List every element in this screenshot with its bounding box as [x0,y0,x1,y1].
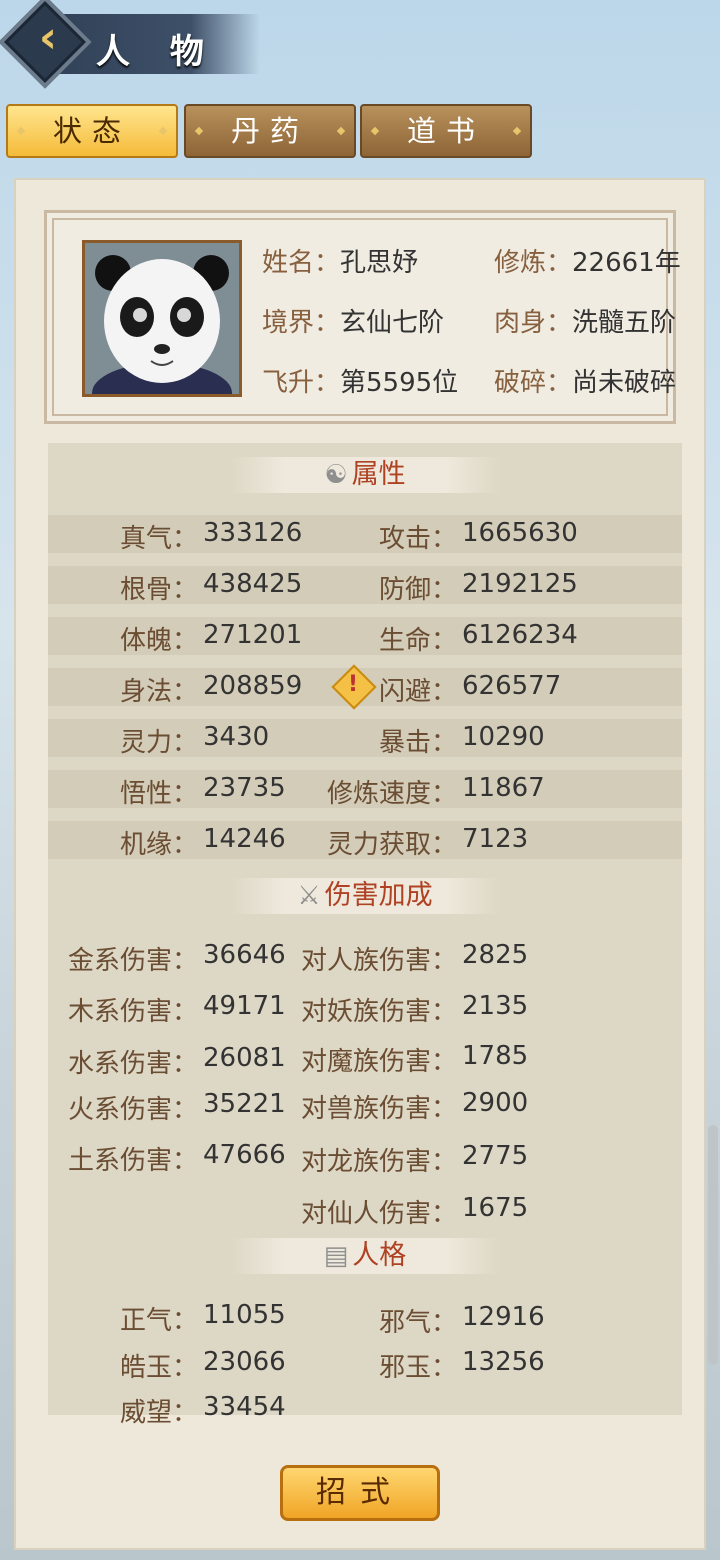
attr-right-0-value: 1665630 [462,518,578,548]
attr-left-3-value: 208859 [203,671,303,701]
damage-right-0-value: 2825 [462,940,529,970]
damage-left-3-label: 火系伤害： [67,1095,198,1125]
damage-right-2-value: 1785 [462,1041,529,1071]
damage-left-1-value: 49171 [203,991,286,1021]
personality-2-value: 23066 [203,1347,286,1377]
attr-right-2-value: 6126234 [462,620,578,650]
tab-books[interactable]: 道书 [360,104,532,158]
personality-1-label: 邪气： [378,1308,457,1338]
personality-4-label: 威望： [119,1398,198,1428]
personality-2-label: 皓玉： [119,1353,198,1383]
attr-right-6-value: 7123 [462,824,529,854]
realm-field: 境界：玄仙七阶 [262,308,445,338]
attr-right-1-value: 2192125 [462,569,578,599]
damage-right-2-label: 对魔族伤害： [300,1047,457,1077]
attr-right-3-value: 626577 [462,671,562,701]
attr-right-6-label: 灵力获取： [326,830,457,860]
attr-left-1-label: 根骨： [119,575,198,605]
attr-right-5-value: 11867 [462,773,545,803]
scrollbar[interactable] [708,1125,718,1365]
attr-left-3-label: 身法： [119,677,198,707]
attr-left-1-value: 438425 [203,569,303,599]
damage-left-4-value: 47666 [203,1140,286,1170]
section-attributes-title: ☯ 属性 [230,457,500,493]
attr-left-6-value: 14246 [203,824,286,854]
damage-left-0-label: 金系伤害： [67,946,198,976]
attr-left-4-value: 3430 [203,722,270,752]
attr-right-5-label: 修炼速度： [326,779,457,809]
damage-right-5-value: 1675 [462,1193,529,1223]
damage-right-3-label: 对兽族伤害： [300,1094,457,1124]
attr-left-5-value: 23735 [203,773,286,803]
header: ‹ 人 物 [0,0,720,95]
damage-right-0-label: 对人族伤害： [300,946,457,976]
personality-0-label: 正气： [119,1306,198,1336]
damage-left-2-label: 水系伤害： [67,1049,198,1079]
damage-left-1-label: 木系伤害： [67,997,198,1027]
damage-left-4-label: 土系伤害： [67,1146,198,1176]
attr-right-1-label: 防御： [378,575,457,605]
back-arrow-icon[interactable]: ‹ [28,16,68,60]
personality-1-value: 12916 [462,1302,545,1332]
attr-right-3-label: 闪避： [378,677,457,707]
ascension-field: 飞升：第5595位 [262,368,459,398]
damage-left-2-value: 26081 [203,1043,286,1073]
damage-left-0-value: 36646 [203,940,286,970]
personality-3-label: 邪玉： [378,1353,457,1383]
section-damage-title: ⚔ 伤害加成 [230,878,500,914]
tab-status[interactable]: 状态 [6,104,178,158]
damage-right-4-label: 对龙族伤害： [300,1147,457,1177]
damage-left-3-value: 35221 [203,1089,286,1119]
attr-right-2-label: 生命： [378,626,457,656]
attr-right-4-value: 10290 [462,722,545,752]
personality-3-value: 13256 [462,1347,545,1377]
page-title: 人 物 [96,32,218,72]
avatar [82,240,242,397]
attr-left-2-label: 体魄： [119,626,198,656]
attr-left-6-label: 机缘： [119,830,198,860]
section-personality-title: ▤ 人格 [230,1238,500,1274]
cultivation-field: 修炼：22661年 [494,248,681,278]
damage-right-5-label: 对仙人伤害： [300,1199,457,1229]
body-field: 肉身：洗髓五阶 [494,308,677,338]
damage-right-4-value: 2775 [462,1141,529,1171]
attr-left-0-label: 真气： [119,524,198,554]
damage-right-3-value: 2900 [462,1088,529,1118]
crossed-swords-icon: ⚔ [297,881,321,911]
personality-0-value: 11055 [203,1300,286,1330]
moves-button[interactable]: 招式 [280,1465,440,1521]
book-icon: ▤ [323,1241,349,1271]
attr-left-5-label: 悟性： [119,779,198,809]
tab-pills[interactable]: 丹药 [184,104,356,158]
attr-right-4-label: 暴击： [378,728,457,758]
shatter-field: 破碎：尚未破碎 [494,368,677,398]
yin-yang-icon: ☯ [324,460,348,490]
personality-4-value: 33454 [203,1392,286,1422]
attr-left-2-value: 271201 [203,620,303,650]
attr-left-0-value: 333126 [203,518,303,548]
damage-right-1-label: 对妖族伤害： [300,997,457,1027]
name-field: 姓名：孔思妤 [262,248,419,278]
damage-right-1-value: 2135 [462,991,529,1021]
attr-right-0-label: 攻击： [378,524,457,554]
attr-left-4-label: 灵力： [119,728,198,758]
